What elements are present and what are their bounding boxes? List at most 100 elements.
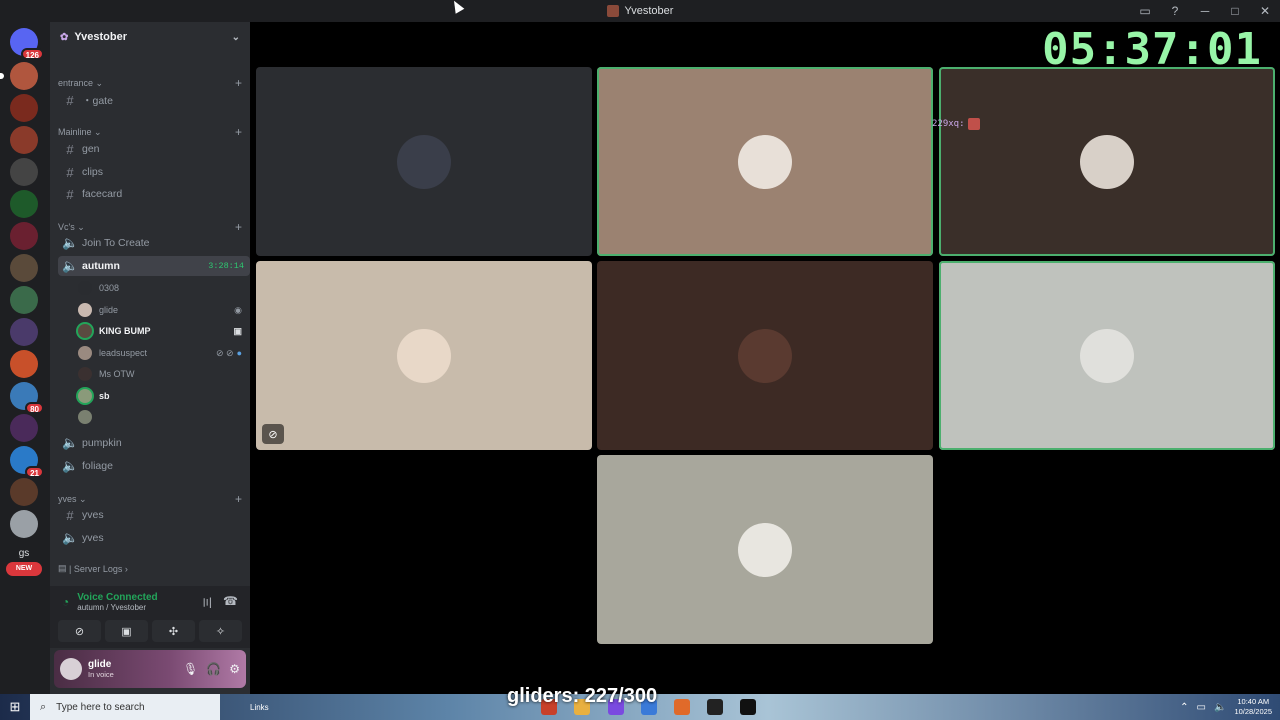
category-mainline[interactable]: Mainline ⌄ + xyxy=(58,125,242,139)
camera-off-button[interactable]: ⊘ xyxy=(58,620,101,642)
participant-tile[interactable]: ⊘ xyxy=(256,261,592,450)
disconnect-icon[interactable]: ☎ xyxy=(223,594,238,611)
title-bar: Yvestober ▭ ? ─ □ ✕ xyxy=(0,0,1280,22)
speaker-icon: 🔈 xyxy=(62,258,79,273)
server-icon[interactable] xyxy=(10,478,38,506)
server-icon[interactable] xyxy=(10,94,38,122)
category-vcs[interactable]: Vc's ⌄ + xyxy=(58,220,242,234)
category-entrance[interactable]: entrance ⌄ + xyxy=(58,76,242,90)
server-icon[interactable] xyxy=(10,510,38,538)
channel-clips[interactable]: # clips xyxy=(58,162,250,182)
channel-autumn[interactable]: 🔈 autumn 3:28:14 xyxy=(58,256,250,276)
add-channel-icon[interactable]: + xyxy=(235,125,242,139)
soundboard-button[interactable]: ✧ xyxy=(199,620,242,642)
server-icon[interactable] xyxy=(10,254,38,282)
obs-icon[interactable] xyxy=(707,699,723,715)
participant-tile[interactable] xyxy=(597,67,933,256)
maximize-button[interactable]: □ xyxy=(1220,0,1250,22)
category-server-logs[interactable]: ▤ | Server Logs › xyxy=(58,563,242,574)
voice-member[interactable]: leadsuspect ⊘ ⊘ ● xyxy=(78,343,242,363)
channel-facecard[interactable]: # facecard xyxy=(58,184,250,204)
voice-status-text[interactable]: Voice Connected xyxy=(77,592,157,603)
inbox-icon[interactable]: ▭ xyxy=(1130,0,1160,22)
server-icon[interactable] xyxy=(10,222,38,250)
channel-gen[interactable]: # gen xyxy=(58,139,250,159)
server-icon[interactable] xyxy=(10,126,38,154)
help-icon[interactable]: ? xyxy=(1160,0,1190,22)
minimize-button[interactable]: ─ xyxy=(1190,0,1220,22)
taskbar-search[interactable]: ⌕ Type here to search xyxy=(30,694,220,720)
voice-member[interactable]: Ms OTW xyxy=(78,364,242,384)
participant-avatar xyxy=(1080,328,1134,383)
app-icon[interactable] xyxy=(674,699,690,715)
overlay-icon xyxy=(967,118,980,130)
links-toolbar[interactable]: Links xyxy=(250,703,269,712)
channel-yves-voice[interactable]: 🔈 yves xyxy=(58,528,250,548)
tray-time: 10:40 AM xyxy=(1237,697,1270,706)
participant-tile[interactable] xyxy=(939,67,1275,256)
channel-label: autumn xyxy=(82,260,120,272)
camera-off-icon: ⊘ xyxy=(262,424,284,444)
server-icon[interactable] xyxy=(10,190,38,218)
participant-tile[interactable] xyxy=(256,67,592,256)
channel-yves-text[interactable]: # yves xyxy=(58,505,250,525)
hash-icon: # xyxy=(66,164,74,180)
overlay-text: 229xq: xyxy=(932,119,965,129)
voice-location[interactable]: autumn / Yvestober xyxy=(77,603,157,612)
add-channel-icon[interactable]: + xyxy=(235,76,242,90)
microphone-icon[interactable]: 🎙 xyxy=(183,662,198,676)
window-title: Yvestober xyxy=(624,5,674,17)
add-channel-icon[interactable]: + xyxy=(235,492,242,506)
server-icon[interactable] xyxy=(10,318,38,346)
server-header[interactable]: ✿ Yvestober ⌄ xyxy=(50,22,250,52)
server-icon[interactable] xyxy=(10,158,38,186)
system-tray: ⌃ ▭ 🔈 10:40 AM 10/28/2025 xyxy=(1180,694,1272,720)
windows-start-icon[interactable]: ⊞ xyxy=(0,694,30,720)
screen-share-button[interactable]: ▣ xyxy=(105,620,148,642)
volume-icon[interactable]: 🔈 xyxy=(1214,702,1226,713)
channel-gate[interactable]: # ・gate xyxy=(58,90,250,110)
participant-tile[interactable] xyxy=(597,455,933,644)
participant-avatar xyxy=(397,134,451,189)
category-label: yves xyxy=(58,494,77,504)
epic-games-icon[interactable] xyxy=(740,699,756,715)
chevron-up-icon[interactable]: ⌃ xyxy=(1180,702,1188,713)
gear-icon[interactable]: ⚙ xyxy=(229,662,240,676)
category-yves[interactable]: yves ⌄ + xyxy=(58,492,242,506)
participant-tile[interactable] xyxy=(939,261,1275,450)
participant-tile[interactable] xyxy=(597,261,933,450)
member-name: 0308 xyxy=(99,283,120,293)
voice-member[interactable] xyxy=(78,407,242,427)
channel-foliage[interactable]: 🔈 foliage xyxy=(58,456,250,476)
server-icon[interactable] xyxy=(0,62,38,90)
speaker-icon: 🔈 xyxy=(62,235,79,250)
noise-suppression-icon[interactable]: 〣 xyxy=(201,594,213,611)
voice-timer: 3:28:14 xyxy=(208,261,244,271)
participant-avatar xyxy=(397,328,451,383)
channel-join-to-create[interactable]: 🔈 Join To Create xyxy=(58,233,250,253)
avatar[interactable] xyxy=(60,658,82,680)
clock-date[interactable]: 10:40 AM 10/28/2025 xyxy=(1234,697,1272,717)
network-icon[interactable]: ▭ xyxy=(1197,702,1206,713)
server-gs[interactable]: gs xyxy=(10,548,38,559)
server-icon[interactable] xyxy=(10,414,38,442)
add-channel-icon[interactable]: + xyxy=(235,220,242,234)
search-placeholder: Type here to search xyxy=(56,701,145,713)
speaker-icon: 🔈 xyxy=(62,435,79,450)
activities-button[interactable]: ✣ xyxy=(152,620,195,642)
voice-member[interactable]: sb xyxy=(78,386,242,406)
voice-member[interactable]: 0308 xyxy=(78,278,242,298)
server-icon[interactable]: 21 xyxy=(10,446,44,478)
home-button[interactable]: 126 xyxy=(10,28,44,60)
participant-avatar xyxy=(1080,134,1134,189)
close-button[interactable]: ✕ xyxy=(1250,0,1280,22)
headphones-icon[interactable]: 🎧 xyxy=(206,662,221,676)
channel-pumpkin[interactable]: 🔈 pumpkin xyxy=(58,433,250,453)
server-name: Yvestober xyxy=(74,31,127,43)
voice-member[interactable]: glide ◉ xyxy=(78,300,242,320)
muted-icons: ⊘ ⊘ ● xyxy=(215,347,242,358)
voice-member[interactable]: KING BUMP ▣ xyxy=(78,321,242,341)
server-icon[interactable]: 80 xyxy=(10,382,44,414)
server-icon[interactable] xyxy=(10,350,38,378)
server-icon[interactable] xyxy=(10,286,38,314)
